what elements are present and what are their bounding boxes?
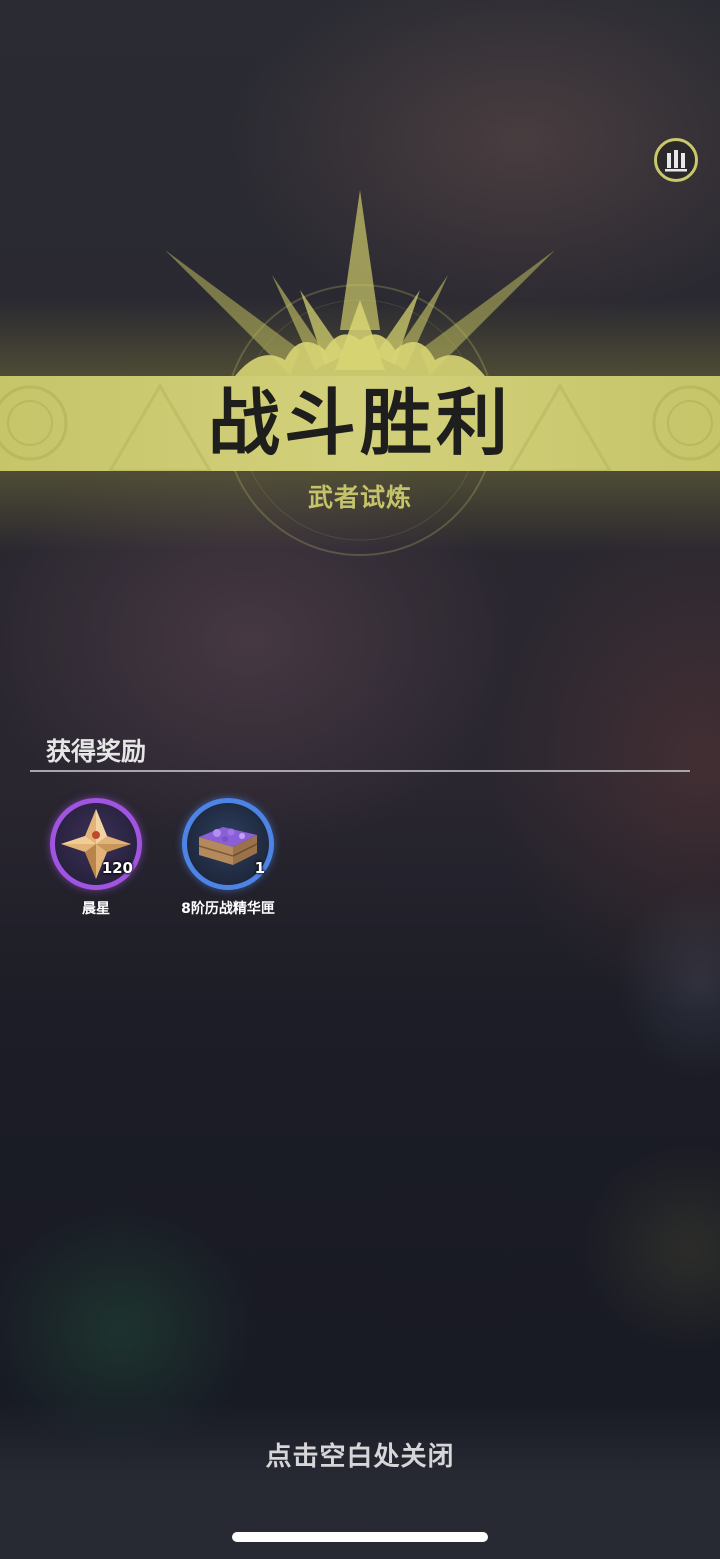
reward-icon-frame: 120 (50, 798, 142, 890)
reward-item-morning-star[interactable]: 120 晨星 (31, 796, 161, 926)
rewards-divider (30, 770, 690, 772)
bar-chart-icon (665, 150, 687, 172)
victory-title: 战斗胜利 (207, 381, 512, 465)
reward-name: 晨星 (82, 901, 110, 917)
stage-name: 武者试炼 (307, 483, 412, 512)
battle-stats-button[interactable] (654, 138, 698, 182)
reward-count: 120 (101, 859, 133, 877)
home-indicator[interactable] (232, 1532, 488, 1542)
reward-count: 1 (254, 859, 265, 877)
reward-item-essence-crate[interactable]: 1 8阶历战精华匣 (163, 796, 293, 926)
reward-name: 8阶历战精华匣 (181, 901, 275, 917)
rewards-header: 获得奖励 (46, 737, 147, 766)
reward-icon-frame: 1 (182, 798, 274, 890)
tap-to-close-hint[interactable]: 点击空白处关闭 (0, 1436, 720, 1473)
